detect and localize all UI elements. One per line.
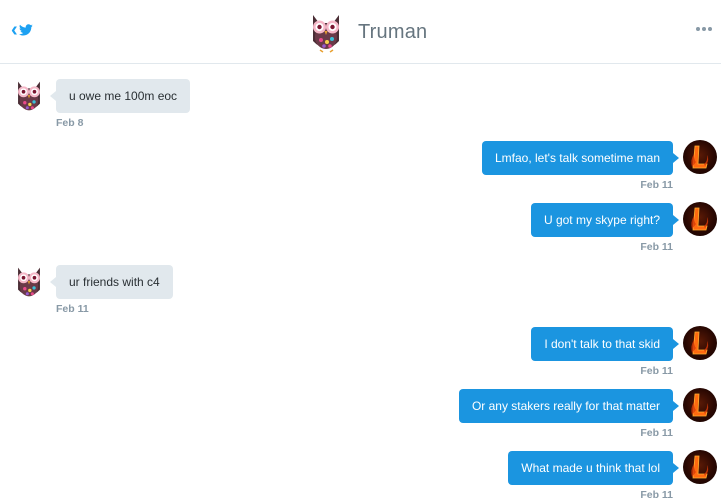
flame-letter-icon	[691, 207, 709, 231]
flame-letter-icon	[691, 145, 709, 169]
twitter-bird-icon	[18, 24, 33, 36]
owl-avatar-icon	[313, 15, 339, 53]
message-bubble-outgoing[interactable]: I don't talk to that skid	[531, 327, 679, 361]
message-bubble-outgoing[interactable]: What made u think that lol	[508, 451, 679, 485]
flame-letter-icon	[691, 393, 709, 417]
message-timestamp: Feb 11	[640, 489, 673, 501]
message-timestamp: Feb 11	[56, 303, 89, 315]
more-dots-icon	[696, 27, 714, 44]
contact-name: Truman	[358, 20, 428, 43]
owl-avatar-icon[interactable]	[13, 78, 45, 114]
user-avatar[interactable]	[683, 450, 717, 484]
message-timestamp: Feb 8	[56, 117, 84, 129]
conversation-header: ‹ Truman	[0, 0, 721, 64]
conversation-title[interactable]: Truman	[307, 10, 427, 54]
message-timestamp: Feb 11	[640, 427, 673, 439]
message-timestamp: Feb 11	[640, 241, 673, 253]
message-bubble-outgoing[interactable]: U got my skype right?	[530, 203, 680, 237]
message-bubble-outgoing[interactable]: Or any stakers really for that matter	[458, 389, 680, 423]
message-bubble-incoming[interactable]: u owe me 100m eoc	[49, 79, 191, 113]
user-avatar[interactable]	[683, 202, 717, 236]
user-avatar[interactable]	[683, 140, 717, 174]
flame-letter-icon	[691, 455, 709, 479]
message-bubble-outgoing[interactable]: Lmfao, let's talk sometime man	[481, 141, 680, 175]
message-thread[interactable]: u owe me 100m eoc Feb 8 Lmfao, let's tal…	[0, 64, 721, 503]
message-bubble-incoming[interactable]: ur friends with c4	[50, 265, 173, 299]
flame-letter-icon	[691, 331, 709, 355]
message-timestamp: Feb 11	[640, 365, 673, 377]
user-avatar[interactable]	[683, 326, 717, 360]
more-options-button[interactable]	[696, 27, 714, 35]
message-timestamp: Feb 11	[640, 179, 673, 191]
back-button[interactable]: ‹	[11, 20, 33, 40]
user-avatar[interactable]	[683, 388, 717, 422]
owl-avatar-icon[interactable]	[13, 264, 45, 300]
chevron-left-icon: ‹	[11, 19, 18, 41]
